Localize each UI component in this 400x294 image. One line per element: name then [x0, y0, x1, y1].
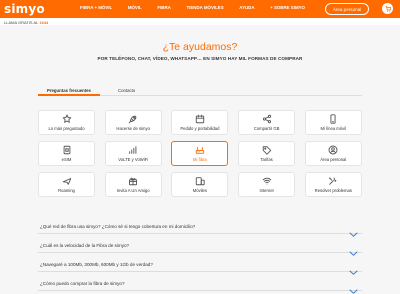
- devices-icon: [195, 176, 205, 186]
- nav-movil[interactable]: MÓVIL: [128, 5, 142, 10]
- category-label: Área personal: [320, 157, 347, 162]
- router-icon: [195, 145, 205, 155]
- faq-question: ¿Navegaré a 100Mb, 300Mb, 600Mb y 1Gb de…: [40, 262, 153, 267]
- category-card[interactable]: Móviles: [171, 172, 229, 197]
- mobile-icon: [328, 114, 338, 124]
- help-tabs: Preguntas frecuentes Contacto: [38, 86, 362, 96]
- chevron-down-icon[interactable]: [349, 281, 358, 294]
- nav-sobre-simyo[interactable]: + SOBRE SIMYO: [270, 5, 305, 10]
- wifi-icon: [262, 176, 272, 186]
- category-label: Tarifas: [260, 157, 273, 162]
- category-label: Mi línea móvil: [320, 126, 347, 131]
- gift-icon: [128, 176, 138, 186]
- faq-item[interactable]: ¿Navegaré a 100Mb, 300Mb, 600Mb y 1Gb de…: [38, 256, 362, 275]
- category-card[interactable]: eSIM: [38, 141, 95, 166]
- category-label: eSIM: [61, 157, 72, 162]
- category-label: VoLTE y VoWiFi: [118, 157, 149, 162]
- category-label: Resolver problemas: [314, 188, 352, 193]
- tools-icon: [328, 176, 338, 186]
- category-label: Invita A Un Amigo: [116, 188, 150, 193]
- category-card[interactable]: Roaming: [38, 172, 95, 197]
- nav-tienda-moviles[interactable]: TIENDA MÓVILES: [186, 5, 223, 10]
- call-free-text: LLAMA GRATIS AL 1644: [4, 20, 48, 25]
- star-icon: [62, 114, 72, 124]
- page-title: ¿Te ayudamos?: [162, 41, 238, 53]
- faq-item[interactable]: ¿Qué red de fibra usa simyo? ¿Cómo sé si…: [38, 218, 362, 237]
- area-personal-button[interactable]: Área personal: [325, 3, 369, 15]
- call-prefix: LLAMA GRATIS AL: [4, 19, 39, 25]
- page-subtitle: POR TELÉFONO, CHAT, VÍDEO, WHATSAPP… EN …: [97, 56, 303, 61]
- faq-item[interactable]: ¿Cómo puedo comprar la fibra de simyo?: [38, 275, 362, 294]
- rocket-icon: [128, 114, 138, 124]
- signal-icon: [128, 145, 138, 155]
- active-tab-indicator: [38, 94, 100, 96]
- main-nav: FIBRA + MÓVIL MÓVIL FIBRA TIENDA MÓVILES…: [80, 5, 305, 10]
- category-label: Internet: [259, 188, 274, 193]
- category-label: Hacerse de simyo: [116, 126, 150, 131]
- nav-ayuda[interactable]: AYUDA: [239, 5, 254, 10]
- calendar-icon: [195, 114, 205, 124]
- category-card[interactable]: Mi fibra: [171, 141, 229, 166]
- call-number[interactable]: 1644: [39, 20, 48, 25]
- cart-icon: [385, 5, 391, 12]
- category-card[interactable]: Hacerse de simyo: [104, 110, 162, 135]
- cart-button[interactable]: [382, 3, 393, 14]
- category-label: Compartir GB: [253, 126, 280, 131]
- tab-contacto[interactable]: Contacto: [118, 88, 135, 93]
- call-bar: LLAMA GRATIS AL 1644: [0, 18, 400, 25]
- faq-question: ¿Cuál es la velocidad de la Fibra de sim…: [40, 243, 130, 248]
- category-card[interactable]: Mi línea móvil: [304, 110, 362, 135]
- category-card[interactable]: Compartir GB: [238, 110, 296, 135]
- user-icon: [328, 145, 338, 155]
- category-label: Pedido y portabilidad: [180, 126, 220, 131]
- faq-item[interactable]: ¿Cuál es la velocidad de la Fibra de sim…: [38, 237, 362, 256]
- category-card[interactable]: Lo más preguntado: [38, 110, 95, 135]
- category-card[interactable]: Invita A Un Amigo: [104, 172, 162, 197]
- category-card[interactable]: Internet: [238, 172, 296, 197]
- share-icon: [262, 114, 272, 124]
- faq-question: ¿Cómo puedo comprar la fibra de simyo?: [40, 281, 125, 286]
- nav-fibra-movil[interactable]: FIBRA + MÓVIL: [80, 5, 112, 10]
- tab-preguntas-frecuentes[interactable]: Preguntas frecuentes: [47, 88, 91, 93]
- nav-fibra[interactable]: FIBRA: [157, 5, 170, 10]
- category-card[interactable]: Pedido y portabilidad: [171, 110, 229, 135]
- category-card[interactable]: Resolver problemas: [304, 172, 362, 197]
- plane-icon: [62, 176, 72, 186]
- category-card[interactable]: VoLTE y VoWiFi: [104, 141, 162, 166]
- tag-icon: [262, 145, 272, 155]
- faq-question: ¿Qué red de fibra usa simyo? ¿Cómo sé si…: [40, 224, 196, 229]
- category-label: Mi fibra: [193, 157, 207, 162]
- top-navigation-bar: simyo FIBRA + MÓVIL MÓVIL FIBRA TIENDA M…: [0, 0, 400, 18]
- category-label: Móviles: [192, 188, 207, 193]
- category-card[interactable]: Tarifas: [238, 141, 296, 166]
- category-label: Roaming: [58, 188, 75, 193]
- category-label: Lo más preguntado: [48, 126, 85, 131]
- category-card[interactable]: Área personal: [304, 141, 362, 166]
- esim-icon: [62, 145, 72, 155]
- simyo-logo[interactable]: simyo: [4, 2, 45, 16]
